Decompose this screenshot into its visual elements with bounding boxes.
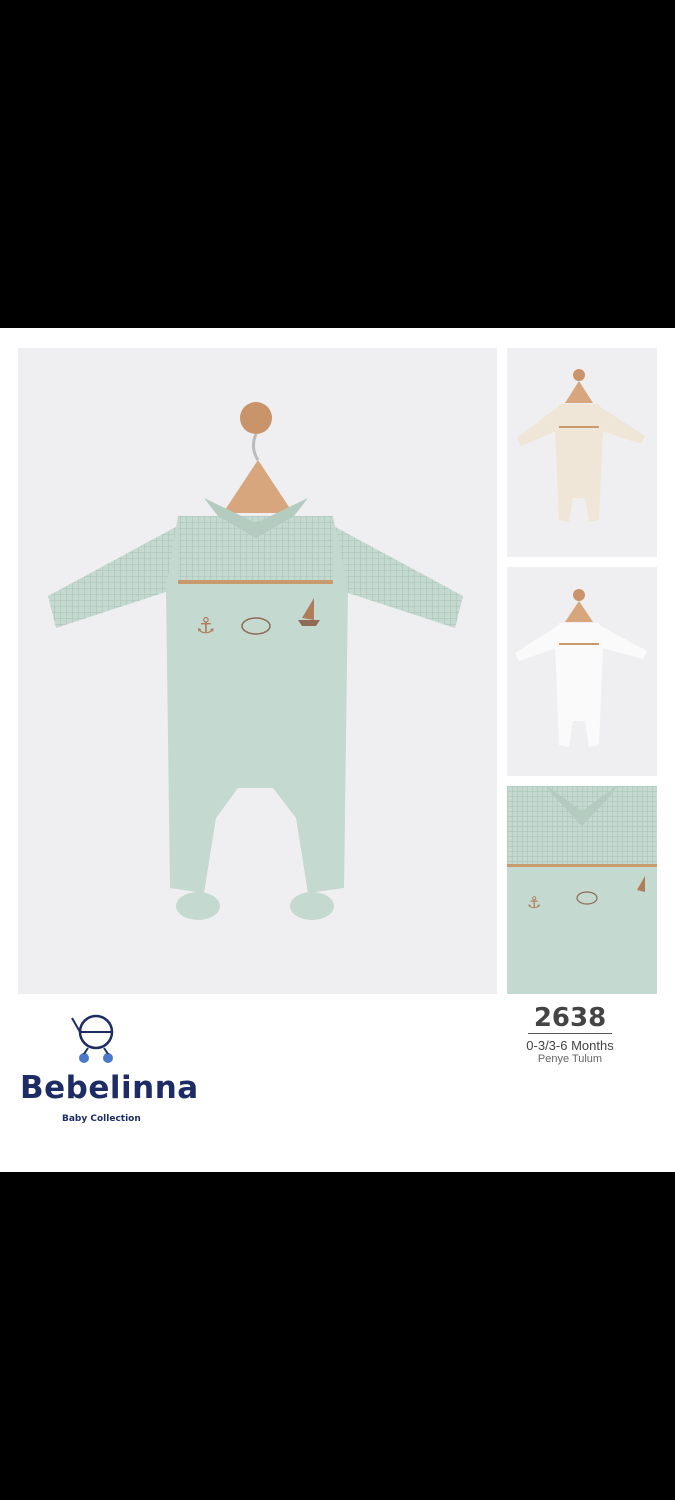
product-name: Penye Tulum <box>537 1053 603 1065</box>
romper-illustration <box>517 369 645 522</box>
svg-text:⚓: ⚓ <box>527 893 541 912</box>
stroller-icon <box>71 1014 114 1063</box>
product-info: 2638 0-3/3-6 Months Penye Tulum <box>505 1003 635 1065</box>
romper-illustration: ⚓ <box>507 786 657 994</box>
product-sizes: 0-3/3-6 Months <box>526 1038 614 1053</box>
brand-logo: Bebelinna Baby Collection <box>18 1010 198 1130</box>
svg-text:⚓: ⚓ <box>196 614 216 639</box>
romper-illustration <box>515 589 647 747</box>
product-code: 2638 <box>527 1003 613 1034</box>
thumbnail-white[interactable] <box>507 567 657 776</box>
brand-name: Bebelinna <box>20 1070 199 1106</box>
main-product-photo[interactable]: ⚓ <box>18 348 497 994</box>
thumbnail-cream[interactable] <box>507 348 657 557</box>
product-card: ⚓ ⚓ Bebelinna Baby Collection 2638 0-3/3… <box>0 328 675 1172</box>
hanger-knob <box>240 402 272 434</box>
brand-tagline: Baby Collection <box>62 1114 141 1124</box>
thumbnail-mint-detail[interactable]: ⚓ <box>507 786 657 994</box>
romper-illustration: ⚓ <box>48 402 463 920</box>
